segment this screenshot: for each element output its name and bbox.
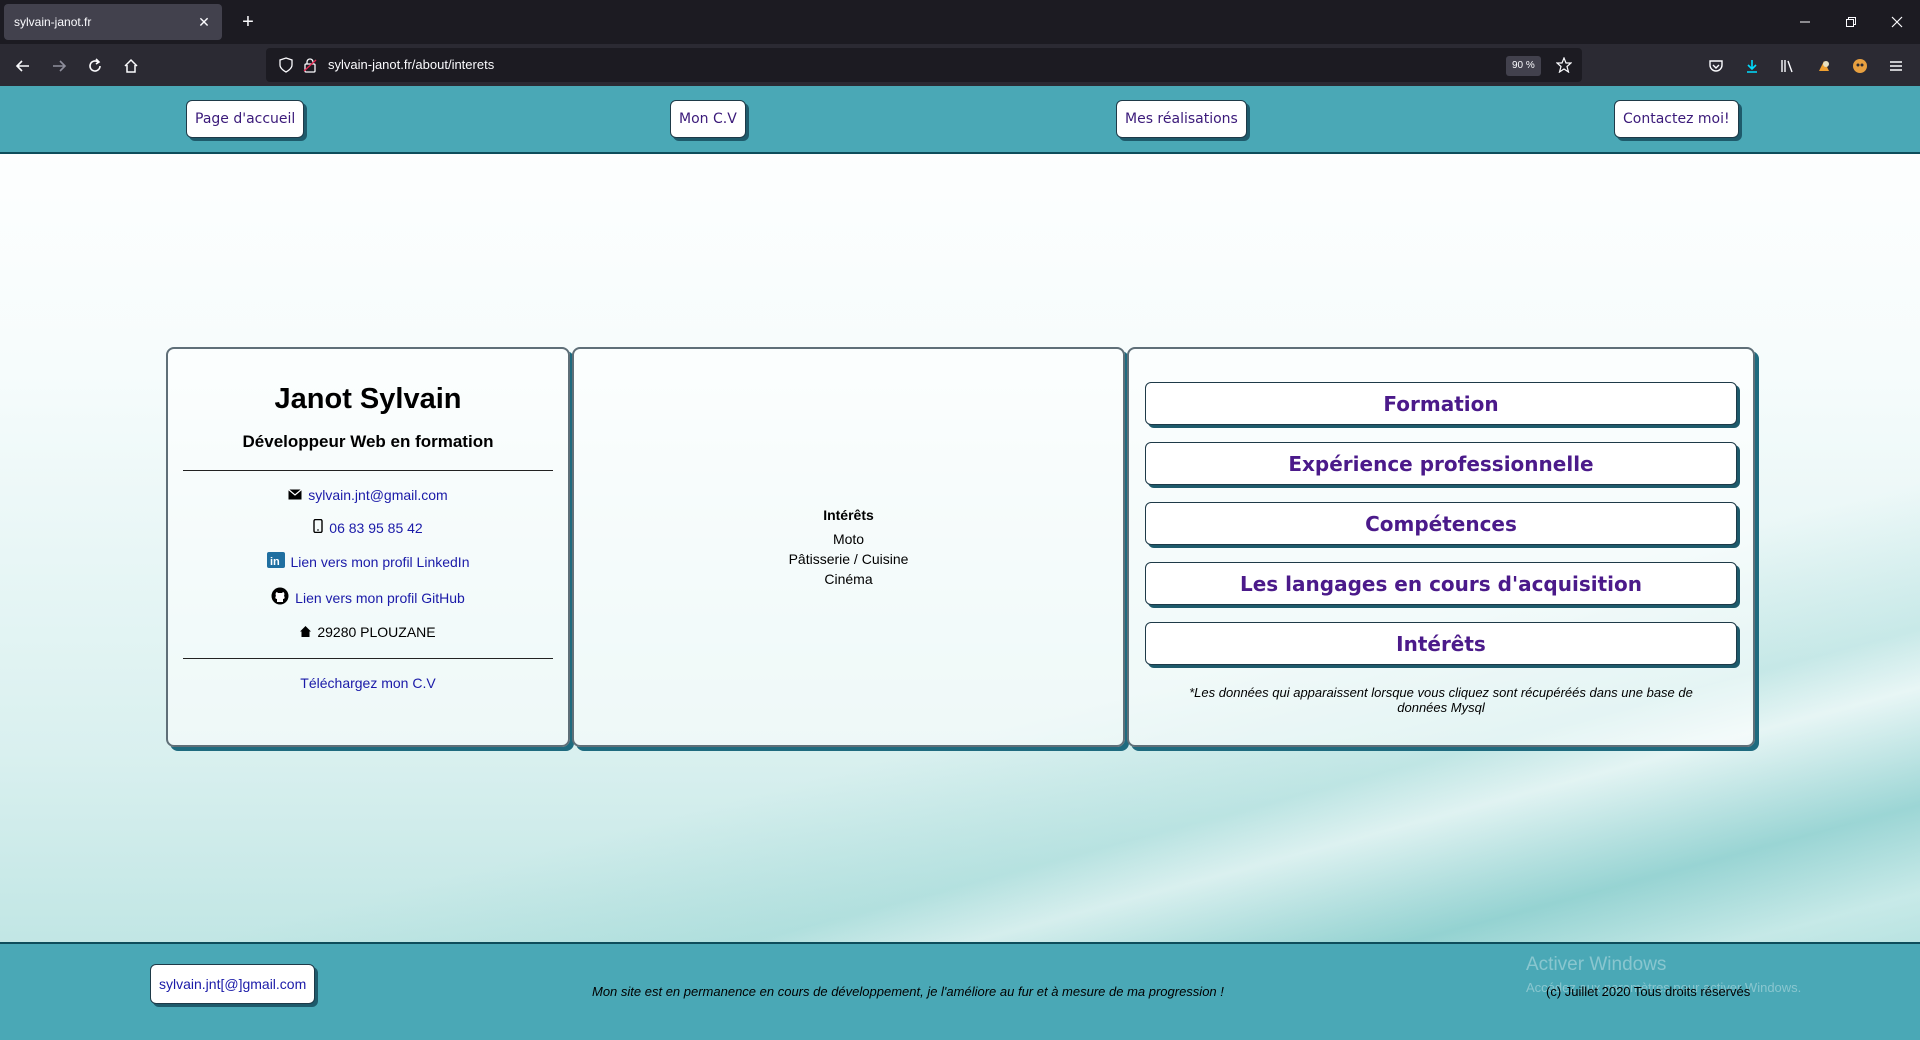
- linkedin-icon: in: [266, 552, 285, 571]
- browser-nav-bar: sylvain-janot.fr/about/interets 90 %: [0, 44, 1920, 86]
- github-icon: [271, 587, 289, 608]
- linkedin-link[interactable]: in Lien vers mon profil LinkedIn: [168, 552, 568, 571]
- shield-icon[interactable]: [274, 53, 298, 77]
- content-card: Intérêts Moto Pâtisserie / Cuisine Ciném…: [572, 347, 1125, 747]
- footer-message: Mon site est en permanence en cours de d…: [592, 984, 1224, 999]
- svg-text:in: in: [270, 556, 280, 568]
- email-text[interactable]: sylvain.jnt@gmail.com: [308, 487, 447, 503]
- download-cv-link[interactable]: Téléchargez mon C.V: [168, 675, 568, 691]
- profile-card: Janot Sylvain Développeur Web en formati…: [166, 347, 570, 747]
- browser-tab[interactable]: sylvain-janot.fr ✕: [4, 4, 222, 40]
- windows-watermark-title: Activer Windows: [1526, 954, 1667, 975]
- address: 29280 PLOUZANE: [168, 624, 568, 640]
- site-header: Page d'accueil Mon C.V Mes réalisations …: [0, 86, 1920, 154]
- reload-icon[interactable]: [82, 53, 108, 79]
- experience-button[interactable]: Expérience professionnelle: [1145, 442, 1737, 485]
- phone-text[interactable]: 06 83 95 85 42: [329, 520, 422, 536]
- home-icon[interactable]: [118, 53, 144, 79]
- new-tab-icon[interactable]: +: [236, 10, 260, 34]
- nav-contact-button[interactable]: Contactez moi!: [1614, 100, 1739, 138]
- nav-works-button[interactable]: Mes réalisations: [1116, 100, 1247, 138]
- skills-button[interactable]: Compétences: [1145, 502, 1737, 545]
- database-note: *Les données qui apparaissent lorsque vo…: [1189, 685, 1693, 715]
- phone-link[interactable]: 06 83 95 85 42: [168, 518, 568, 536]
- home-icon: [300, 624, 312, 640]
- pocket-icon[interactable]: [1704, 54, 1728, 78]
- divider: [183, 658, 553, 659]
- interest-item: Cinéma: [824, 571, 873, 587]
- minimize-icon[interactable]: [1782, 0, 1828, 44]
- forward-arrow-icon[interactable]: [46, 53, 72, 79]
- zoom-level[interactable]: 90 %: [1506, 56, 1541, 76]
- nav-home-button[interactable]: Page d'accueil: [186, 100, 305, 138]
- content-title: Intérêts: [823, 507, 874, 523]
- tab-close-icon[interactable]: ✕: [196, 14, 212, 31]
- site-footer: sylvain.jnt[@]gmail.com Mon site est en …: [0, 942, 1920, 1040]
- library-icon[interactable]: [1776, 54, 1800, 78]
- section-menu-card: Formation Expérience professionnelle Com…: [1127, 347, 1755, 747]
- account-icon[interactable]: [1848, 54, 1872, 78]
- close-window-icon[interactable]: [1874, 0, 1920, 44]
- url-bar[interactable]: sylvain-janot.fr/about/interets 90 %: [266, 48, 1582, 82]
- divider: [183, 470, 553, 471]
- restore-icon[interactable]: [1828, 0, 1874, 44]
- url-text[interactable]: sylvain-janot.fr/about/interets: [328, 57, 494, 72]
- phone-icon: [313, 518, 323, 536]
- github-link[interactable]: Lien vers mon profil GitHub: [168, 587, 568, 608]
- menu-hamburger-icon[interactable]: [1884, 54, 1908, 78]
- profile-name: Janot Sylvain: [274, 383, 462, 415]
- footer-copyright: (c) Juillet 2020 Tous droits réservés: [1546, 984, 1751, 999]
- back-arrow-icon[interactable]: [10, 53, 36, 79]
- extension-icon[interactable]: [1812, 54, 1836, 78]
- profile-role: Développeur Web en formation: [242, 432, 494, 451]
- tab-title: sylvain-janot.fr: [14, 15, 92, 29]
- address-text: 29280 PLOUZANE: [317, 624, 436, 640]
- envelope-icon: [288, 487, 303, 503]
- lock-icon[interactable]: [298, 53, 322, 77]
- linkedin-text[interactable]: Lien vers mon profil LinkedIn: [291, 554, 470, 570]
- github-text[interactable]: Lien vers mon profil GitHub: [295, 590, 465, 606]
- interest-item: Pâtisserie / Cuisine: [788, 551, 909, 567]
- footer-email-button[interactable]: sylvain.jnt[@]gmail.com: [150, 964, 316, 1004]
- email-link[interactable]: sylvain.jnt@gmail.com: [168, 487, 568, 503]
- download-icon[interactable]: [1740, 54, 1764, 78]
- nav-cv-button[interactable]: Mon C.V: [670, 100, 746, 138]
- interest-item: Moto: [832, 531, 865, 547]
- bookmark-star-icon[interactable]: [1552, 53, 1576, 77]
- page-viewport: Page d'accueil Mon C.V Mes réalisations …: [0, 86, 1920, 1040]
- languages-button[interactable]: Les langages en cours d'acquisition: [1145, 562, 1737, 605]
- browser-tab-bar: sylvain-janot.fr ✕ +: [0, 0, 1920, 44]
- interests-button[interactable]: Intérêts: [1145, 622, 1737, 665]
- formation-button[interactable]: Formation: [1145, 382, 1737, 425]
